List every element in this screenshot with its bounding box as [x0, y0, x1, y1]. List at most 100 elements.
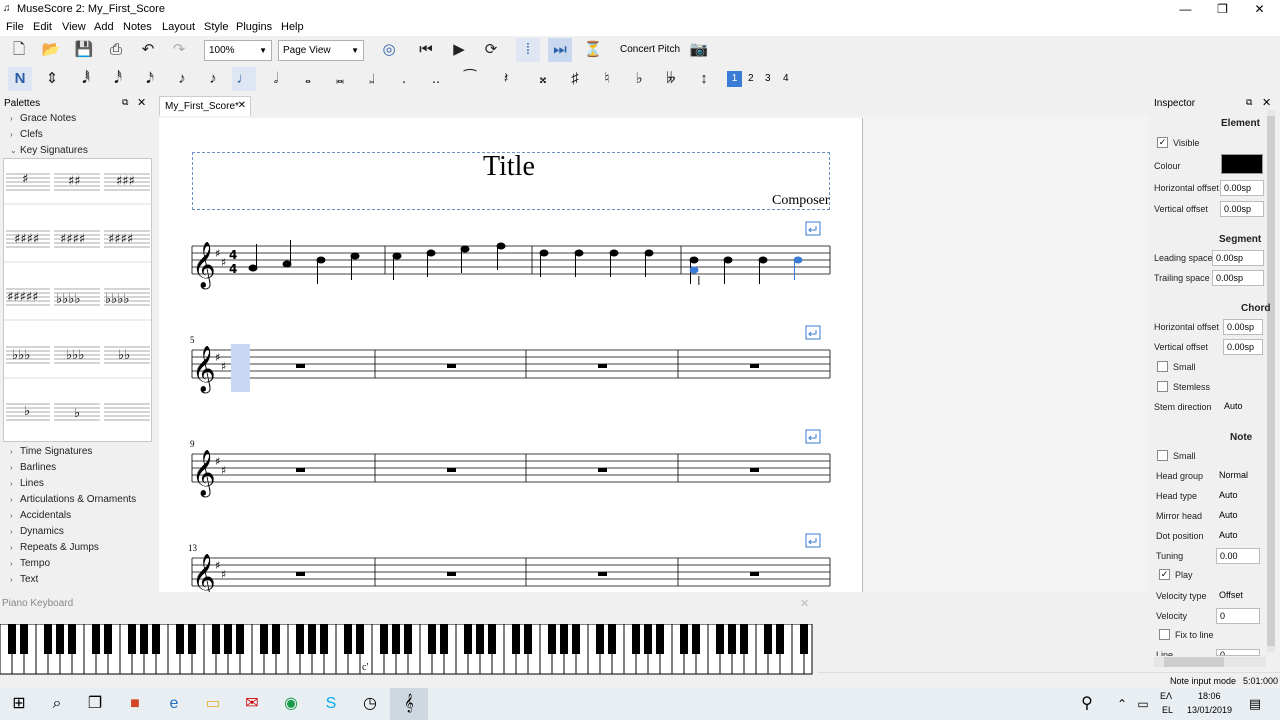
note-small-checkbox[interactable]	[1157, 450, 1168, 461]
menu-plugins[interactable]: Plugins	[236, 21, 272, 33]
loop-out-icon[interactable]: ⏭	[548, 38, 572, 62]
view-mode-select[interactable]: Page View ▼	[278, 40, 364, 61]
colour-swatch[interactable]	[1221, 154, 1263, 174]
voice-1-button[interactable]: 1	[727, 71, 742, 87]
whole-note-icon[interactable]: 𝅝	[296, 67, 320, 91]
file-explorer-icon[interactable]: ▭	[194, 688, 232, 720]
undock-icon[interactable]: ⧉	[1246, 97, 1252, 108]
16th-note-icon[interactable]: 𝅘𝅥𝅯	[138, 67, 162, 91]
scrollbar[interactable]	[1267, 110, 1275, 652]
flat-icon[interactable]: ♭	[627, 67, 651, 91]
play-checkbox[interactable]: ✓	[1159, 569, 1170, 580]
velocity-input[interactable]: 0	[1216, 608, 1260, 624]
palette-articulations[interactable]: › Articulations & Ornaments	[10, 494, 136, 505]
close-icon[interactable]: ✕	[1262, 96, 1271, 109]
piano-keys[interactable]	[0, 624, 815, 676]
menu-help[interactable]: Help	[281, 21, 304, 33]
palette-barlines[interactable]: › Barlines	[10, 462, 56, 473]
line-input[interactable]: 0	[1216, 649, 1260, 656]
person-icon[interactable]: ⚲	[1075, 688, 1099, 720]
redo-icon[interactable]: ↷	[167, 38, 191, 62]
menu-file[interactable]: File	[6, 21, 24, 33]
eighth-note-icon[interactable]: ♪	[170, 67, 194, 91]
chrome-icon[interactable]: ◉	[272, 688, 310, 720]
windows-start-icon[interactable]: ⊞	[0, 688, 38, 720]
note-input-icon[interactable]: N	[8, 67, 32, 91]
maximize-icon[interactable]: ❐	[1204, 0, 1241, 18]
head-group-select[interactable]: Normal	[1216, 468, 1260, 484]
leading-space-input[interactable]: 0.00sp	[1212, 250, 1264, 266]
chord-h-offset-input[interactable]: 0.00sp	[1223, 319, 1263, 335]
quarter-note-icon[interactable]: ♩	[232, 67, 256, 91]
voice-2-button[interactable]: 2	[748, 73, 754, 84]
palette-accidentals[interactable]: › Accidentals	[10, 510, 71, 521]
sharp-icon[interactable]: ♯	[563, 67, 587, 91]
head-type-select[interactable]: Auto	[1216, 488, 1260, 504]
longa-icon[interactable]: 𝆷	[360, 67, 384, 91]
app-icon[interactable]: ■	[116, 688, 154, 720]
notifications-icon[interactable]: ▤	[1243, 688, 1267, 720]
fix-to-line-checkbox[interactable]	[1159, 629, 1170, 640]
score-page[interactable]: Title Composer 5 9 13 𝄞 ♯ ♯ 44 𝄞 ♯ ♯ 𝄞 ♯…	[159, 118, 863, 592]
voice-3-button[interactable]: 3	[765, 73, 771, 84]
note-input-mode-icon[interactable]: ⇕	[40, 67, 64, 91]
palette-lines[interactable]: › Lines	[10, 478, 44, 489]
voice-4-button[interactable]: 4	[783, 73, 789, 84]
tuning-input[interactable]: 0.00	[1216, 548, 1260, 564]
network-icon[interactable]: ▭	[1131, 688, 1155, 720]
menu-notes[interactable]: Notes	[123, 21, 152, 33]
close-icon[interactable]: ✕	[137, 96, 146, 109]
half-note-icon[interactable]: 𝅗𝅥	[264, 67, 288, 91]
loop-in-icon[interactable]: ⁞	[516, 38, 540, 62]
dot-icon[interactable]: .	[392, 67, 416, 91]
print-icon[interactable]: ⎙	[104, 38, 128, 62]
close-tab-icon[interactable]: ✕	[238, 100, 246, 111]
visible-checkbox[interactable]: ✓	[1157, 137, 1168, 148]
clock-time[interactable]: 18:06	[1198, 691, 1221, 701]
chord-v-offset-input[interactable]: 0.00sp	[1223, 339, 1263, 355]
velocity-type-select[interactable]: Offset	[1216, 588, 1260, 604]
whole-rests[interactable]	[296, 364, 759, 576]
flip-direction-icon[interactable]: ↕	[692, 67, 716, 91]
64th-note-icon[interactable]: 𝅘𝅥𝅱	[74, 67, 98, 91]
loop-icon[interactable]: ⟳	[479, 38, 503, 62]
menu-layout[interactable]: Layout	[162, 21, 195, 33]
save-icon[interactable]: 💾	[72, 38, 96, 62]
eighth-note-alt-icon[interactable]: ♪	[201, 67, 225, 91]
natural-icon[interactable]: ♮	[595, 67, 619, 91]
system-1-notes[interactable]	[248, 240, 803, 284]
concert-pitch-toggle[interactable]: Concert Pitch	[620, 44, 680, 55]
search-icon[interactable]: ⌕	[38, 688, 76, 720]
undock-icon[interactable]: ⧉	[122, 97, 128, 108]
clock-date[interactable]: 13/01/2019	[1187, 705, 1232, 715]
menu-edit[interactable]: Edit	[33, 21, 52, 33]
metronome-icon[interactable]: ⏳	[581, 38, 605, 62]
mail-icon[interactable]: ✉	[233, 688, 271, 720]
menu-view[interactable]: View	[62, 21, 86, 33]
palette-time-signatures[interactable]: › Time Signatures	[10, 446, 92, 457]
palette-clefs[interactable]: › Clefs	[10, 129, 43, 140]
h-scrollbar-thumb[interactable]	[1164, 657, 1224, 667]
close-icon[interactable]: ✕	[800, 597, 809, 610]
rewind-icon[interactable]: ⏮	[414, 38, 438, 62]
palette-text[interactable]: › Text	[10, 574, 38, 585]
dot-position-select[interactable]: Auto	[1216, 528, 1260, 544]
scrollbar-thumb[interactable]	[1267, 116, 1275, 646]
key-signature-cells[interactable]: ♯ ♯♯ ♯♯♯ ♯♯♯♯ ♯♯♯♯ ♯♯♯♯ ♯♯♯♯♯ ♭♭♭♭ ♭♭♭♭ …	[4, 159, 151, 441]
edge-icon[interactable]: e	[155, 688, 193, 720]
black-keys[interactable]	[8, 624, 808, 654]
undo-icon[interactable]: ↶	[136, 38, 160, 62]
stem-direction-select[interactable]: Auto	[1221, 399, 1265, 415]
navigator-icon[interactable]: ◎	[377, 38, 401, 62]
language-indicator[interactable]: ΕΛ	[1160, 691, 1172, 701]
minimize-icon[interactable]: —	[1167, 0, 1204, 18]
zoom-select[interactable]: 100% ▼	[204, 40, 272, 61]
clock-app-icon[interactable]: ◷	[351, 688, 389, 720]
system-break-icons[interactable]	[805, 221, 821, 548]
keyboard-layout[interactable]: EL	[1162, 705, 1173, 715]
score-tab[interactable]: My_First_Score* ✕	[159, 96, 251, 116]
score-staves[interactable]: 𝄞 ♯♯ 44 𝄞 ♯♯ 𝄞 ♯♯ 𝄞 ♯♯ I	[159, 118, 863, 592]
tie-icon[interactable]: ⁀	[458, 67, 482, 91]
menu-add[interactable]: Add	[94, 21, 114, 33]
palette-repeats-jumps[interactable]: › Repeats & Jumps	[10, 542, 99, 553]
